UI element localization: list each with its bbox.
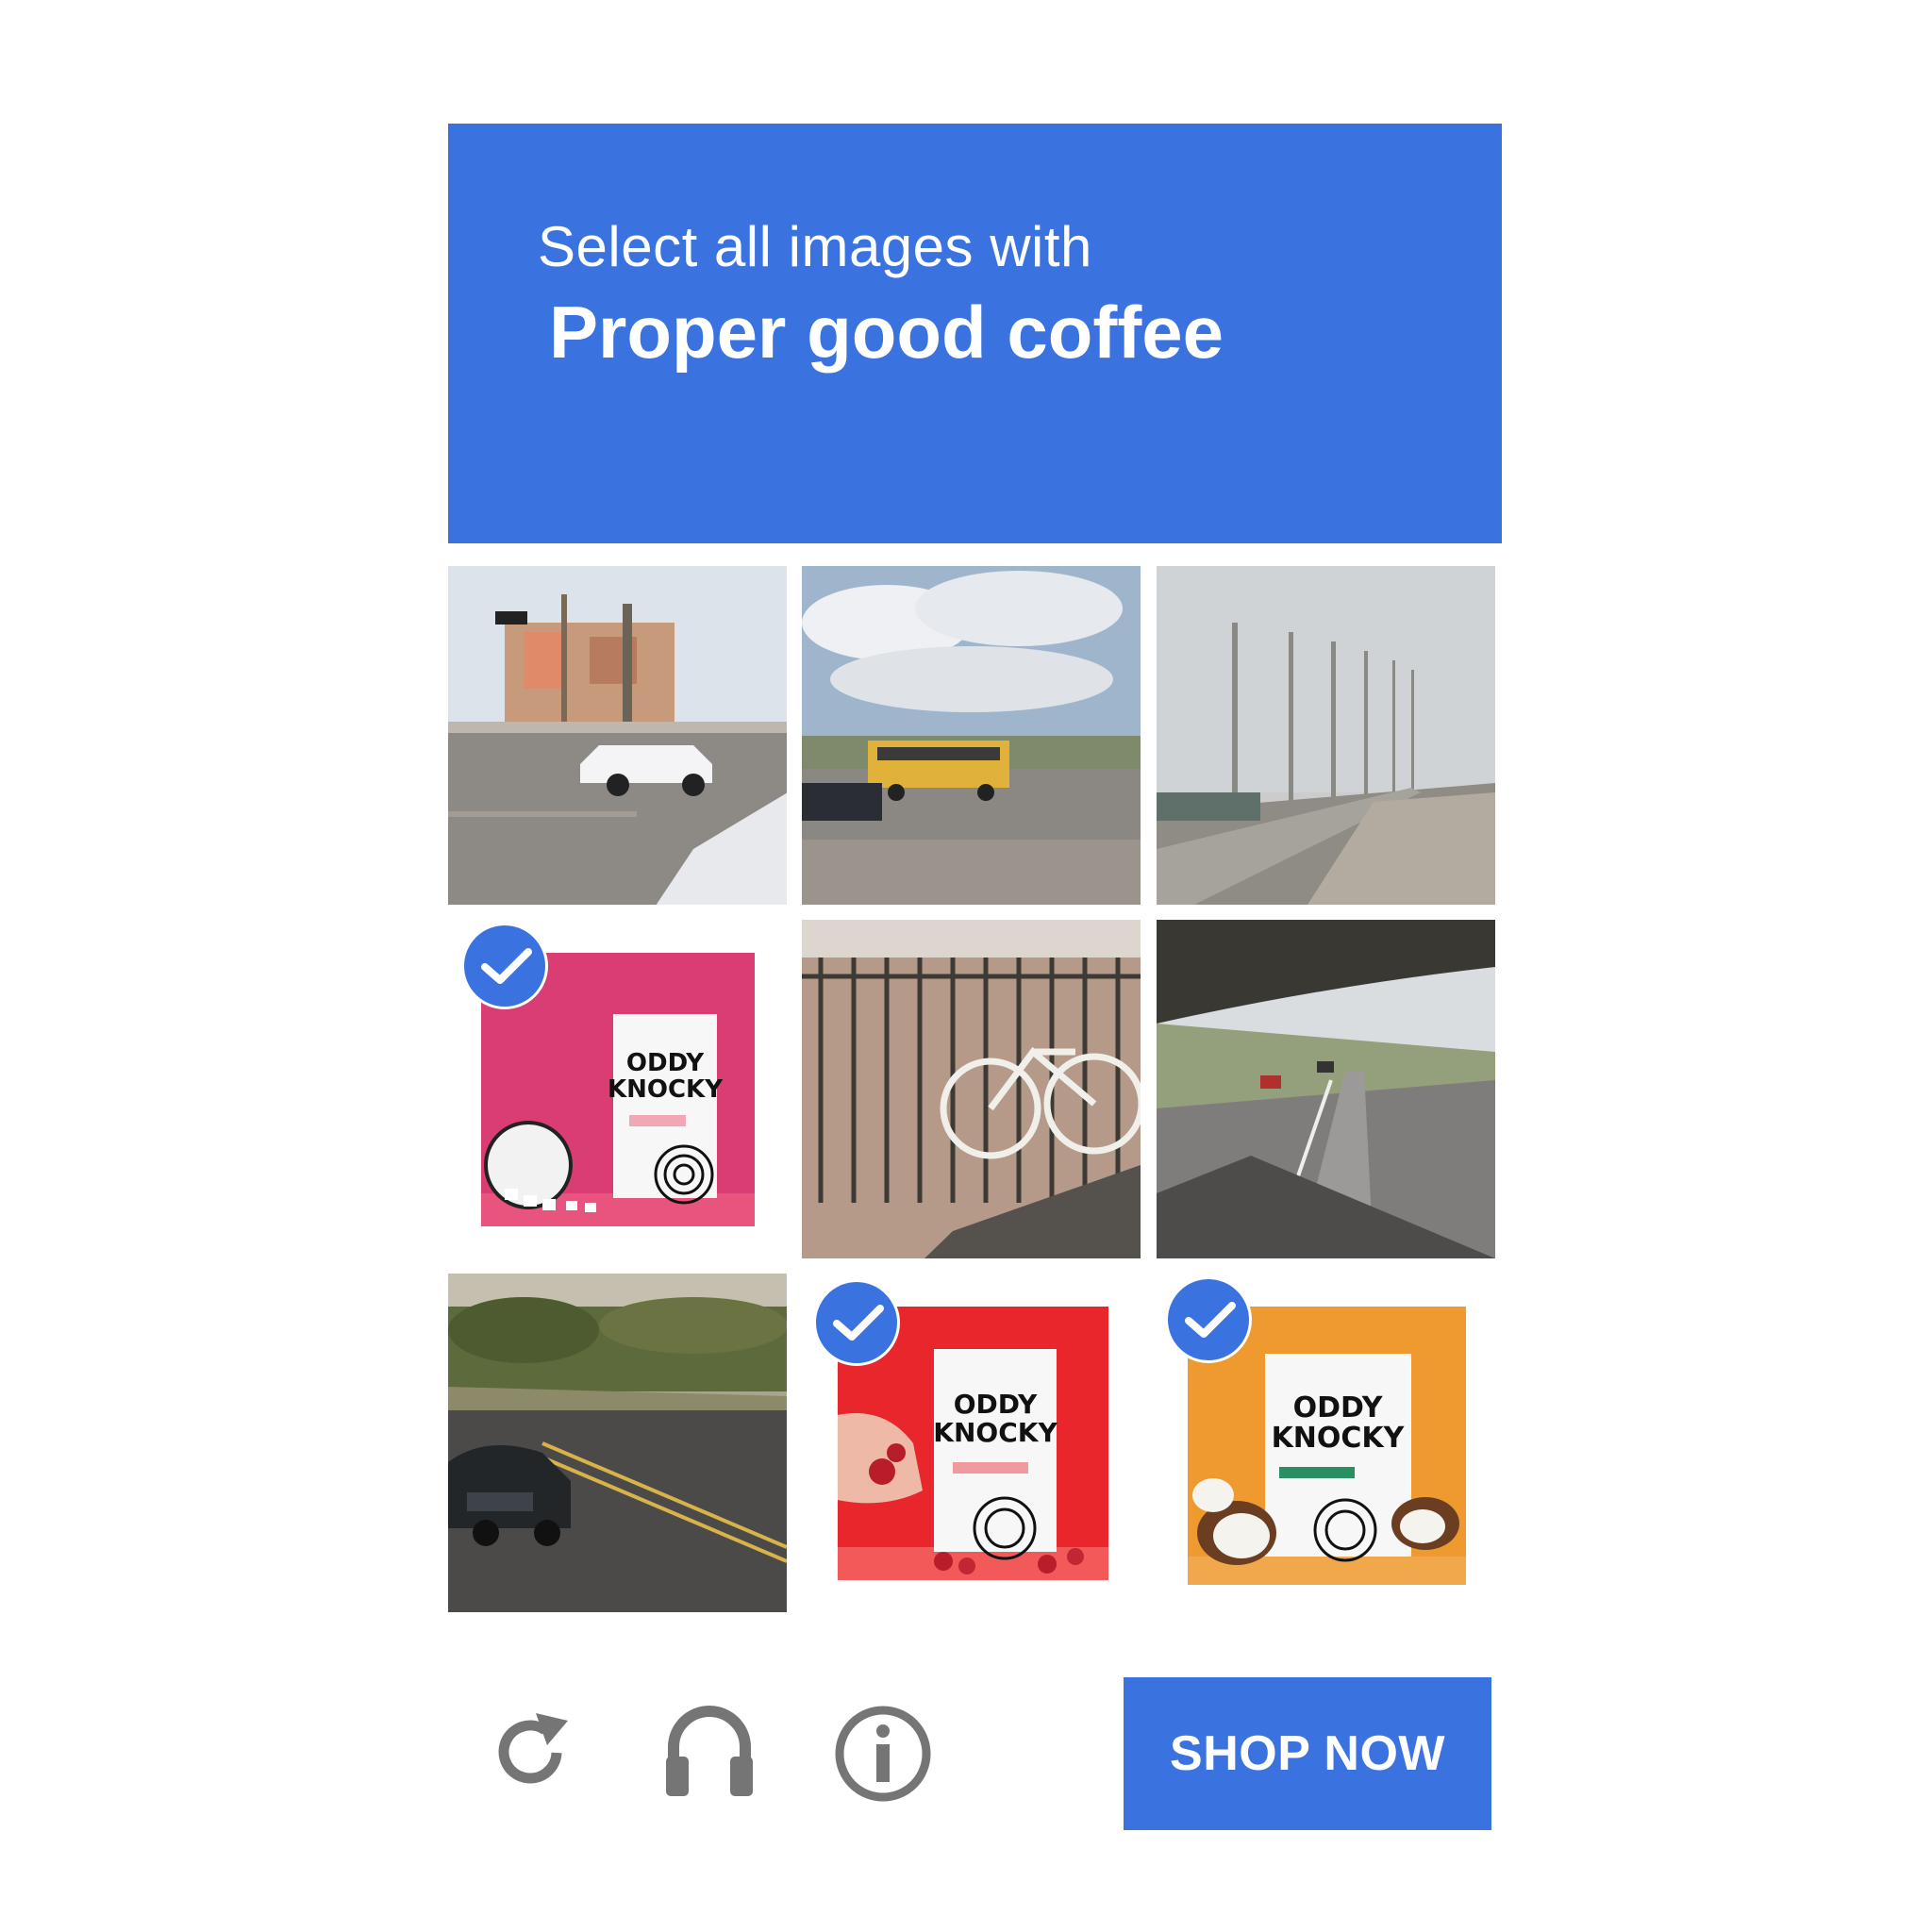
tile-5[interactable]	[802, 920, 1141, 1258]
highway-overpass-image	[1157, 920, 1495, 1258]
tile-7[interactable]	[448, 1274, 787, 1612]
tile-3[interactable]	[1157, 566, 1495, 905]
info-icon[interactable]	[832, 1703, 934, 1809]
headphones-icon[interactable]	[660, 1698, 758, 1805]
tile-2[interactable]	[802, 566, 1141, 905]
selected-check-icon	[1165, 1276, 1252, 1363]
instruction-text: Select all images with	[538, 215, 1092, 278]
challenge-header: Select all images with Proper good coffe…	[448, 124, 1502, 543]
svg-text:KNOCKY: KNOCKY	[1272, 1422, 1406, 1455]
svg-text:ODDY: ODDY	[626, 1049, 705, 1077]
svg-text:KNOCKY: KNOCKY	[608, 1075, 724, 1104]
car-road-image	[448, 1274, 787, 1612]
bicycle-fence-image	[802, 920, 1141, 1258]
tile-1[interactable]	[448, 566, 787, 905]
svg-text:ODDY: ODDY	[1293, 1391, 1384, 1424]
selected-check-icon	[813, 1279, 900, 1366]
svg-text:ODDY: ODDY	[954, 1389, 1038, 1420]
selected-check-icon	[461, 923, 548, 1009]
shop-now-button[interactable]: SHOP NOW	[1124, 1677, 1491, 1830]
highway-bridge-image	[1157, 566, 1495, 905]
tile-6[interactable]	[1157, 920, 1495, 1258]
target-text: Proper good coffee	[549, 291, 1224, 374]
street-scene-image	[448, 566, 787, 905]
svg-text:KNOCKY: KNOCKY	[933, 1417, 1058, 1448]
reload-icon[interactable]	[489, 1707, 575, 1799]
school-bus-image	[802, 566, 1141, 905]
